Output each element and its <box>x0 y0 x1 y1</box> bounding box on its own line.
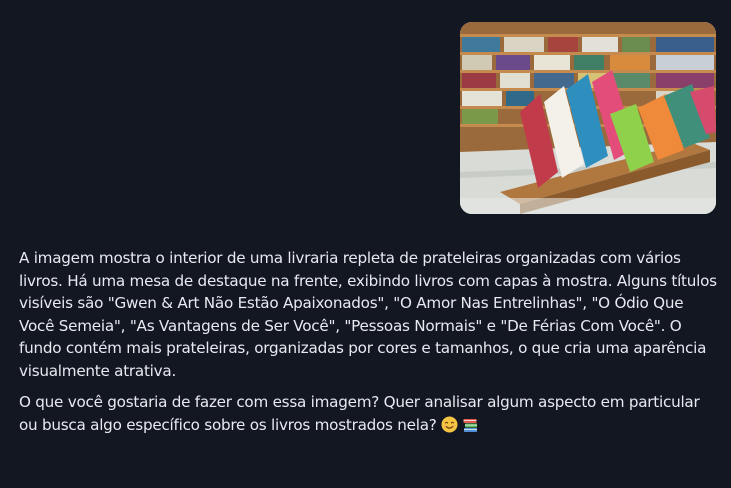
bookstore-photo-icon <box>460 22 716 214</box>
books-icon <box>462 416 479 440</box>
chat-area: A imagem mostra o interior de uma livrar… <box>0 0 731 488</box>
assistant-paragraph-2: O que você gostaria de fazer com essa im… <box>19 391 719 439</box>
assistant-paragraph-2-text: O que você gostaria de fazer com essa im… <box>19 393 700 434</box>
assistant-paragraph-1: A imagem mostra o interior de uma livrar… <box>19 249 717 380</box>
user-uploaded-image[interactable] <box>460 22 716 214</box>
assistant-message: A imagem mostra o interior de uma livrar… <box>19 247 719 439</box>
smiling-face-icon <box>441 416 458 440</box>
